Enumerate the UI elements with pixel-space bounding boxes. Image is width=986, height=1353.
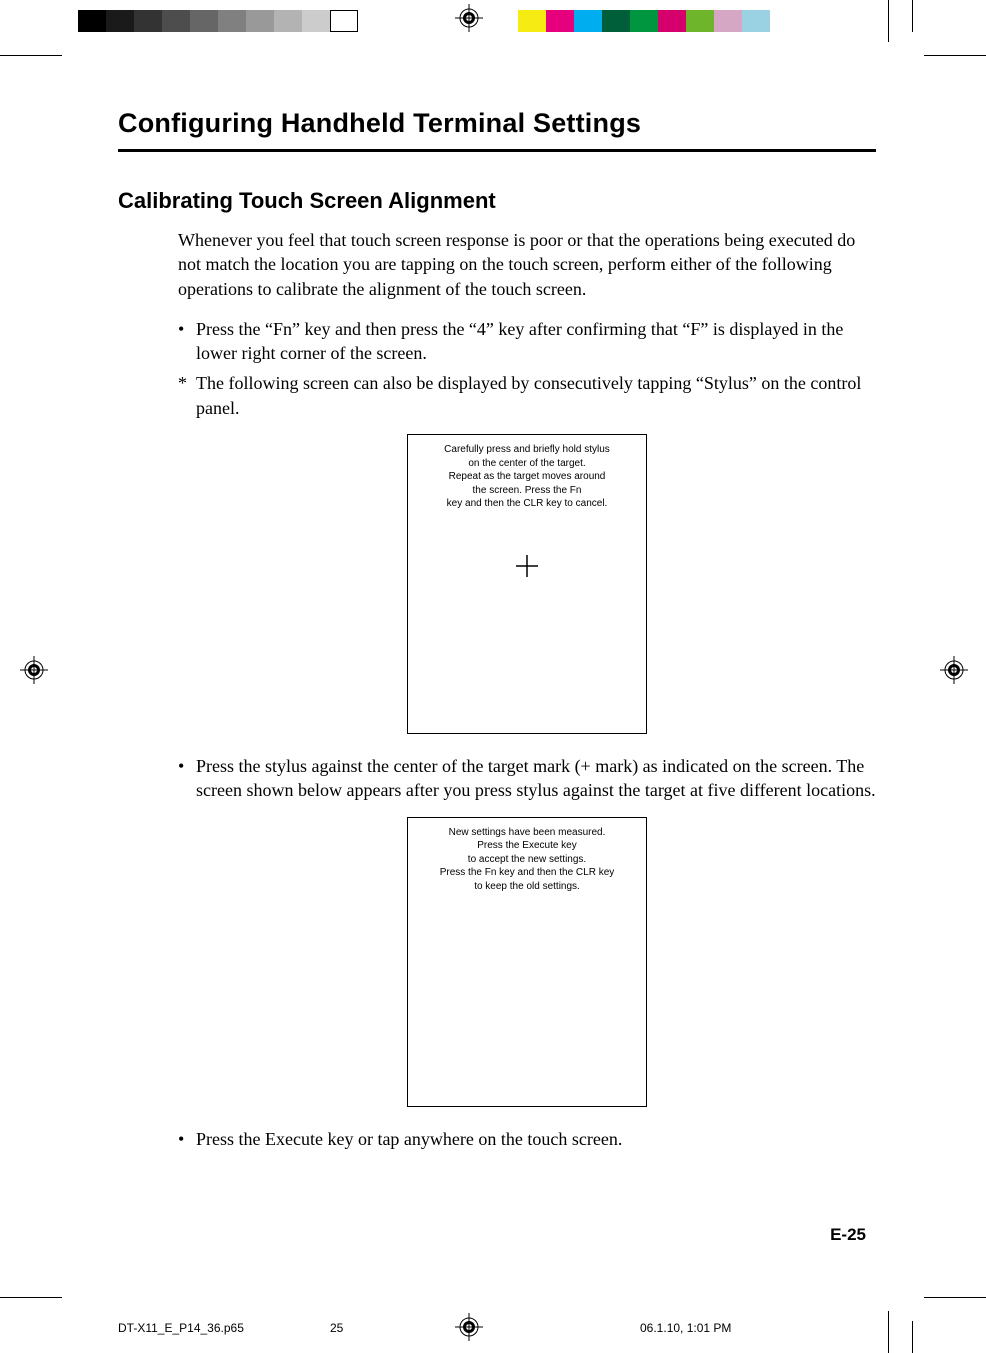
bullet-text: Press the “Fn” key and then press the “4…: [196, 317, 876, 366]
crop-mark: [924, 55, 986, 56]
screen-text: New settings have been measured. Press t…: [414, 826, 640, 894]
intro-paragraph: Whenever you feel that touch screen resp…: [178, 228, 876, 301]
bullet-text: Press the stylus against the center of t…: [196, 754, 876, 803]
bullet-marker: •: [178, 754, 196, 803]
registration-mark-icon: [455, 1313, 483, 1341]
screen-text: Carefully press and briefly hold stylus …: [414, 443, 640, 511]
bullet-marker: •: [178, 1127, 196, 1151]
bullet-text: The following screen can also be display…: [196, 371, 876, 420]
section-heading: Calibrating Touch Screen Alignment: [118, 188, 876, 214]
list-item: • Press the stylus against the center of…: [178, 754, 876, 803]
list-item: • Press the Execute key or tap anywhere …: [178, 1127, 876, 1151]
slug-filename: DT-X11_E_P14_36.p65: [118, 1321, 244, 1335]
printer-colorbar: [0, 8, 986, 34]
calibration-screen-1: Carefully press and briefly hold stylus …: [407, 434, 647, 734]
registration-mark-icon: [940, 656, 968, 684]
bullet-text: Press the Execute key or tap anywhere on…: [196, 1127, 876, 1151]
list-item: • Press the “Fn” key and then press the …: [178, 317, 876, 366]
crop-mark: [0, 1297, 62, 1298]
crop-mark: [912, 0, 913, 32]
page-number: E-25: [830, 1225, 866, 1245]
bullet-list-middle: • Press the stylus against the center of…: [178, 754, 876, 803]
bullet-marker: •: [178, 317, 196, 366]
crop-mark: [924, 1297, 986, 1298]
crop-mark: [888, 1311, 889, 1353]
page: Configuring Handheld Terminal Settings C…: [0, 0, 986, 1353]
crop-mark: [0, 55, 62, 56]
title-rule: [118, 149, 876, 152]
slug-datetime: 06.1.10, 1:01 PM: [640, 1321, 731, 1335]
list-item: * The following screen can also be displ…: [178, 371, 876, 420]
bullet-marker: *: [178, 371, 196, 420]
bullet-list-top: • Press the “Fn” key and then press the …: [178, 317, 876, 420]
crosshair-icon: [514, 553, 540, 579]
bullet-list-bottom: • Press the Execute key or tap anywhere …: [178, 1127, 876, 1151]
page-title: Configuring Handheld Terminal Settings: [118, 108, 876, 139]
calibration-screen-2: New settings have been measured. Press t…: [407, 817, 647, 1107]
registration-mark-icon: [20, 656, 48, 684]
slug-page: 25: [330, 1321, 343, 1335]
content-area: Configuring Handheld Terminal Settings C…: [118, 108, 876, 1157]
registration-mark-icon: [455, 4, 483, 32]
crop-mark: [912, 1321, 913, 1353]
body-block: Whenever you feel that touch screen resp…: [178, 228, 876, 1151]
crop-mark: [888, 0, 889, 42]
